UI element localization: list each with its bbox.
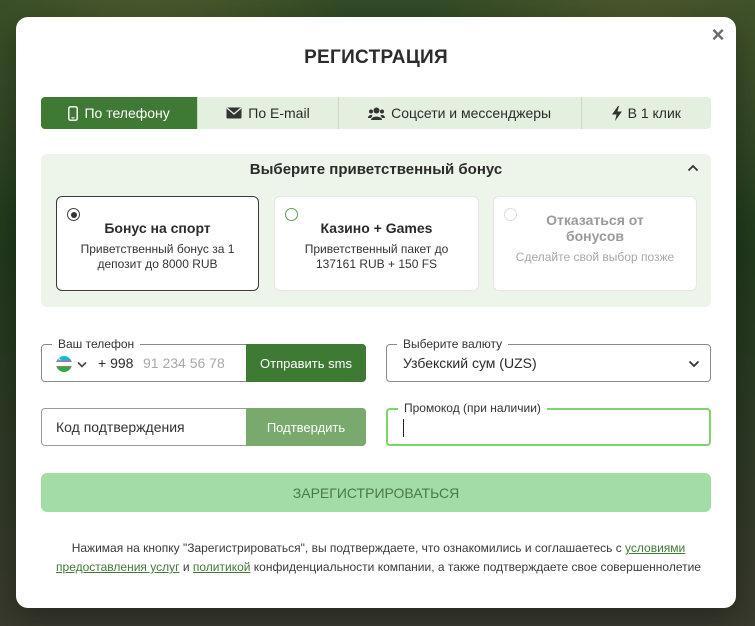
send-sms-button[interactable]: Отправить sms xyxy=(246,344,366,382)
bonus-option-description: Приветственный бонус за 1 депозит до 800… xyxy=(80,242,235,271)
bonus-option-title: Казино + Games xyxy=(320,220,433,236)
tab-phone[interactable]: По телефону xyxy=(41,97,199,129)
confirm-button[interactable]: Подтвердить xyxy=(246,408,366,446)
bonus-heading: Выберите приветственный бонус xyxy=(249,161,503,178)
tab-social[interactable]: Соцсети и мессенджеры xyxy=(339,97,582,129)
users-icon xyxy=(368,107,386,120)
bonus-option-sport[interactable]: Бонус на спорт Приветственный бонус за 1… xyxy=(56,196,259,291)
currency-value: Узбекский сум (UZS) xyxy=(403,355,537,371)
tab-one-click[interactable]: В 1 клик xyxy=(582,97,711,129)
envelope-icon xyxy=(226,107,242,119)
text-cursor xyxy=(403,419,404,437)
registration-tabs: По телефону По E-mail Соцсети и мессендж… xyxy=(41,97,711,129)
terms-text: Нажимая на кнопку "Зарегистрироваться", … xyxy=(41,539,716,577)
bonus-option-title: Отказаться от бонусов xyxy=(546,212,644,244)
phone-field: Ваш телефон + 998 91 234 56 78 Отправить… xyxy=(41,337,366,382)
confirmation-code-input[interactable]: Код подтверждения xyxy=(56,419,185,435)
phone-input[interactable]: 91 234 56 78 xyxy=(143,355,225,371)
tab-label: В 1 клик xyxy=(627,105,681,121)
registration-modal: × РЕГИСТРАЦИЯ По телефону По E-mail Соцс… xyxy=(16,17,736,608)
country-selector[interactable] xyxy=(56,356,87,372)
bonus-selector: Выберите приветственный бонус Бонус на с… xyxy=(41,154,711,307)
tab-label: По E-mail xyxy=(248,105,310,121)
chevron-up-icon[interactable] xyxy=(687,164,699,172)
close-icon[interactable]: × xyxy=(708,22,728,47)
privacy-policy-link[interactable]: политикой xyxy=(193,560,251,574)
bonus-option-casino[interactable]: Казино + Games Приветственный пакет до 1… xyxy=(274,196,479,291)
terms-part: конфиденциальности компании, а также под… xyxy=(250,560,701,574)
register-button[interactable]: ЗАРЕГИСТРИРОВАТЬСЯ xyxy=(41,473,711,512)
radio-button[interactable] xyxy=(285,208,298,221)
lightning-icon xyxy=(611,105,622,121)
tab-label: По телефону xyxy=(84,105,170,121)
currency-select[interactable]: Выберите валюту Узбекский сум (UZS) xyxy=(386,337,711,382)
bonus-option-description: Приветственный пакет до 137161 RUB + 150… xyxy=(304,242,449,271)
bonus-option-title: Бонус на спорт xyxy=(104,220,211,236)
radio-button[interactable] xyxy=(504,208,517,221)
phone-country-code: + 998 xyxy=(98,355,134,371)
modal-title: РЕГИСТРАЦИЯ xyxy=(304,47,448,68)
phone-label: Ваш телефон xyxy=(52,337,141,351)
promo-label: Промокод (при наличии) xyxy=(398,401,547,415)
tab-label: Соцсети и мессенджеры xyxy=(391,105,552,121)
chevron-down-icon xyxy=(77,361,87,368)
terms-part: и xyxy=(179,560,193,574)
uzbekistan-flag-icon xyxy=(56,356,72,372)
phone-icon xyxy=(68,105,79,121)
currency-label: Выберите валюту xyxy=(397,337,509,351)
promo-code-field[interactable]: Промокод (при наличии) xyxy=(386,401,711,446)
bonus-option-description: Сделайте свой выбор позже xyxy=(515,250,675,264)
confirmation-code-field: Код подтверждения Подтвердить xyxy=(41,408,366,446)
chevron-down-icon xyxy=(688,360,700,368)
radio-button[interactable] xyxy=(67,208,80,221)
bonus-option-decline[interactable]: Отказаться от бонусов Сделайте свой выбо… xyxy=(493,196,697,291)
tab-email[interactable]: По E-mail xyxy=(198,97,339,129)
terms-part: Нажимая на кнопку "Зарегистрироваться", … xyxy=(71,541,626,555)
